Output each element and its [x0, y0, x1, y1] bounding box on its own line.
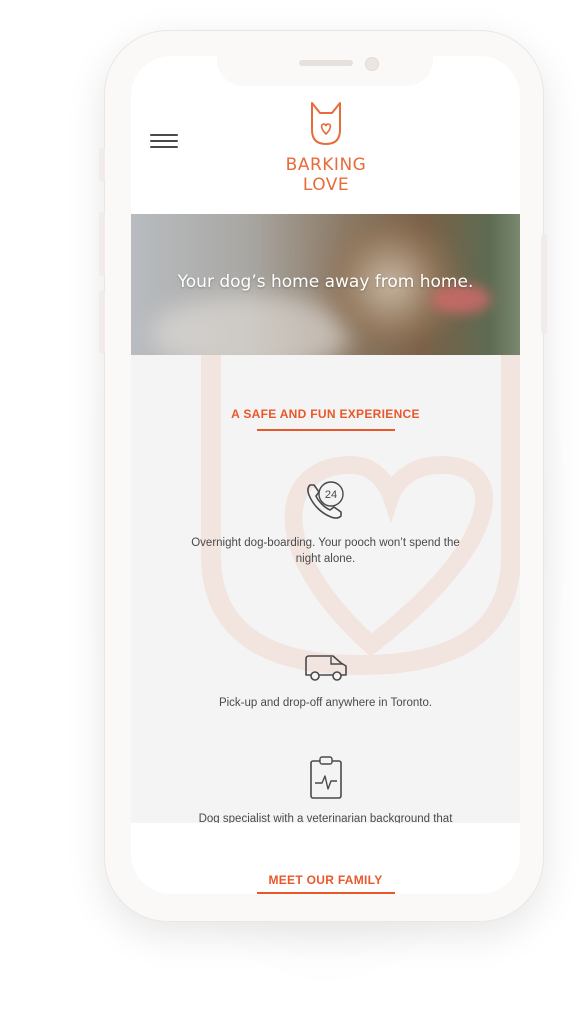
speaker-grille	[299, 60, 353, 66]
hero-tagline: Your dog’s home away from home.	[177, 272, 474, 292]
mute-switch	[99, 148, 105, 182]
experience-section: A SAFE AND FUN EXPERIENCE 24 Overnight d…	[131, 355, 520, 841]
phone-screen: BARKING LOVE Your dog’s home away from h…	[131, 56, 520, 894]
section-title: A SAFE AND FUN EXPERIENCE	[231, 407, 420, 421]
brand-name: BARKING LOVE	[285, 155, 367, 195]
hamburger-menu-icon[interactable]	[150, 134, 178, 148]
volume-down-button	[99, 290, 105, 354]
section-title-underline	[257, 429, 395, 431]
family-section-title[interactable]: MEET OUR FAMILY	[131, 873, 520, 887]
dog-logo-watermark-icon	[201, 355, 520, 675]
family-section: MEET OUR FAMILY	[131, 823, 520, 894]
dog-head-logo-icon	[311, 102, 341, 145]
hero-banner: Your dog’s home away from home.	[131, 214, 520, 355]
phone-notch	[217, 52, 433, 86]
phone-24-icon: 24	[307, 481, 344, 519]
feature-text-overnight: Overnight dog-boarding. Your pooch won’t…	[191, 537, 460, 565]
power-button	[541, 234, 547, 334]
phone-24-badge: 24	[325, 489, 337, 501]
volume-up-button	[99, 212, 105, 276]
family-title-underline	[257, 892, 395, 894]
clipboard-heartbeat-icon	[310, 756, 342, 799]
brand-logo[interactable]: BARKING LOVE	[261, 100, 391, 195]
van-icon	[305, 655, 347, 681]
feature-text-pickup: Pick-up and drop-off anywhere in Toronto…	[218, 697, 433, 709]
front-camera	[365, 57, 379, 71]
